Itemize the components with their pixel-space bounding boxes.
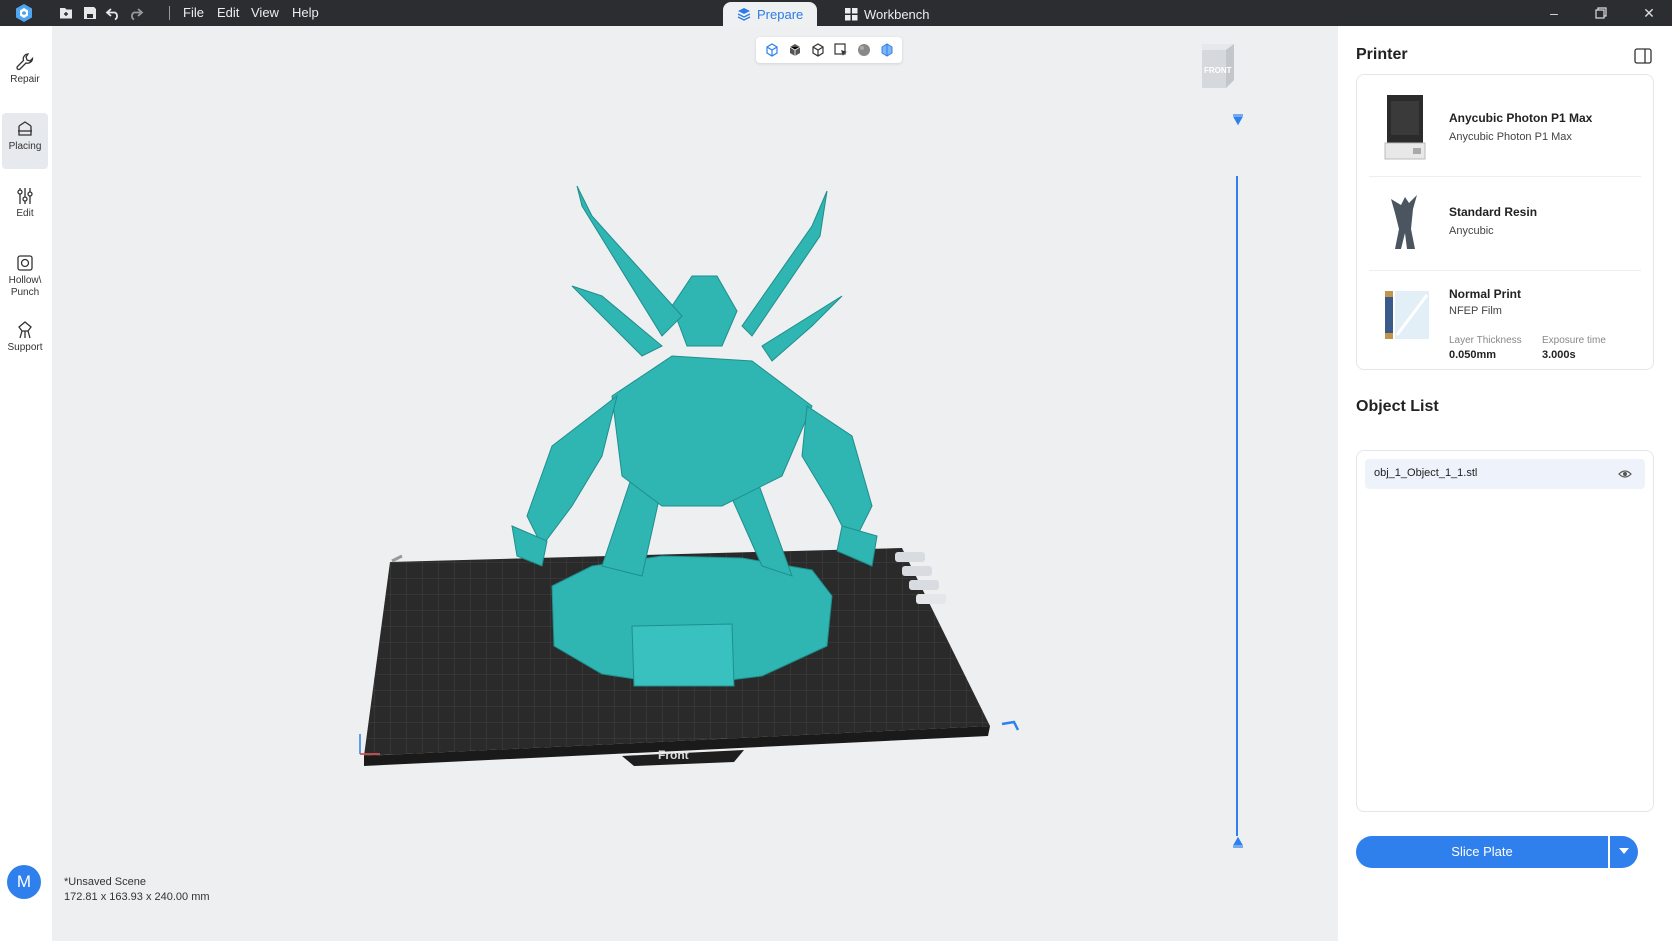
save-icon[interactable] (82, 5, 98, 21)
slice-options-dropdown[interactable] (1610, 836, 1638, 868)
printer-card: Anycubic Photon P1 Max Anycubic Photon P… (1356, 74, 1654, 370)
tool-repair-label: Repair (10, 74, 40, 85)
user-avatar[interactable]: M (7, 865, 41, 899)
profile-name: Normal Print (1449, 287, 1522, 301)
view-toolbar (756, 37, 902, 63)
view-cube-label: FRONT (1204, 66, 1232, 75)
build-plate-scene: Front (359, 185, 1020, 766)
menu-help[interactable]: Help (292, 5, 319, 20)
tab-workbench[interactable]: Workbench (831, 2, 944, 26)
select-view-icon[interactable] (833, 42, 849, 58)
solid-view-icon[interactable] (787, 42, 803, 58)
grid-icon (845, 7, 858, 20)
tab-workbench-label: Workbench (864, 6, 930, 22)
layers-icon (737, 8, 751, 21)
right-panel: Printer Anycubic Photon P1 Max Anycubic … (1338, 26, 1672, 941)
wireframe-view-icon[interactable] (764, 42, 780, 58)
printer-model: Anycubic Photon P1 Max (1449, 131, 1572, 143)
restore-icon (1595, 7, 1607, 19)
object-list-item[interactable]: obj_1_Object_1_1.stl (1365, 459, 1645, 489)
sphere-view-icon[interactable] (856, 42, 872, 58)
resin-preview-image (1391, 195, 1417, 249)
outline-view-icon[interactable] (810, 42, 826, 58)
close-button[interactable]: ✕ (1640, 4, 1658, 22)
layer-slider-track[interactable] (1236, 176, 1238, 836)
3d-viewport[interactable]: FRONT Front *Unsaved Scene 172.81 x 163.… (52, 26, 1338, 941)
placing-icon (18, 121, 32, 136)
restore-button[interactable] (1592, 4, 1610, 22)
layer-thickness-label: Layer Thickness (1449, 335, 1522, 346)
plate-corner-marker (391, 554, 403, 563)
title-bar: File Edit View Help Prepare Workbench – … (0, 0, 1672, 26)
profile-film: NFEP Film (1449, 305, 1502, 317)
panel-toggle-icon[interactable] (1634, 48, 1652, 64)
object-list-title: Object List (1356, 398, 1439, 415)
open-file-icon[interactable] (58, 5, 74, 21)
menu-edit[interactable]: Edit (217, 5, 239, 20)
printer-name: Anycubic Photon P1 Max (1449, 111, 1593, 125)
tool-support[interactable]: Support (2, 314, 48, 370)
resin-row[interactable]: Standard Resin Anycubic (1369, 177, 1641, 271)
redo-icon[interactable] (128, 5, 144, 21)
layer-bottom-handle-icon[interactable] (1232, 836, 1244, 848)
plate-front-label: Front (658, 748, 689, 762)
printer-image (1384, 95, 1426, 160)
app-logo-icon[interactable] (14, 3, 34, 23)
view-cube[interactable]: FRONT (1198, 40, 1238, 88)
scene-info: *Unsaved Scene 172.81 x 163.93 x 240.00 … (64, 875, 210, 905)
exposure-time-label: Exposure time (1542, 335, 1606, 346)
layer-thickness-value: 0.050mm (1449, 349, 1497, 361)
axis-corner-marker (1001, 720, 1020, 731)
tool-edit[interactable]: Edit (2, 180, 48, 236)
menu-view[interactable]: View (251, 5, 279, 20)
layer-top-handle-icon[interactable] (1232, 114, 1244, 126)
hollow-icon (17, 255, 33, 271)
menu-file[interactable]: File (183, 5, 204, 20)
exposure-time-value: 3.000s (1542, 349, 1576, 361)
resin-brand: Anycubic (1449, 225, 1494, 237)
tool-placing[interactable]: Placing (2, 113, 48, 169)
printer-section-title: Printer (1356, 46, 1408, 63)
undo-icon[interactable] (105, 5, 121, 21)
sliders-icon (17, 188, 33, 204)
model-3d[interactable] (511, 185, 878, 687)
toolbar-separator (169, 6, 170, 20)
tool-placing-label: Placing (8, 141, 42, 152)
object-list: obj_1_Object_1_1.stl (1356, 450, 1654, 812)
scene-name: *Unsaved Scene (64, 876, 146, 888)
tool-repair[interactable]: Repair (2, 46, 48, 102)
printer-row[interactable]: Anycubic Photon P1 Max Anycubic Photon P… (1369, 83, 1641, 177)
tool-edit-label: Edit (16, 208, 34, 219)
xray-view-icon[interactable] (879, 42, 895, 58)
tab-prepare-label: Prepare (757, 6, 804, 22)
resin-name: Standard Resin (1449, 205, 1538, 219)
minimize-button[interactable]: – (1545, 4, 1563, 22)
tab-prepare[interactable]: Prepare (723, 2, 818, 26)
scene-dimensions: 172.81 x 163.93 x 240.00 mm (64, 891, 210, 903)
slice-plate-button[interactable]: Slice Plate (1356, 836, 1608, 868)
film-image (1385, 291, 1429, 339)
chevron-down-icon (1619, 848, 1629, 854)
object-name: obj_1_Object_1_1.stl (1374, 467, 1478, 479)
profile-row[interactable]: Normal Print NFEP Film Layer Thickness 0… (1369, 271, 1641, 365)
visibility-eye-icon[interactable] (1618, 467, 1632, 481)
tool-hollow-punch[interactable]: Hollow\ Punch (2, 247, 48, 319)
tool-support-label: Support (7, 342, 43, 353)
support-icon (18, 321, 32, 339)
tool-hollow-label: Hollow\ Punch (8, 275, 42, 298)
left-toolbar: Repair Placing Edit Hollow\ Punch Suppor… (0, 26, 52, 941)
wrench-icon (16, 53, 34, 71)
